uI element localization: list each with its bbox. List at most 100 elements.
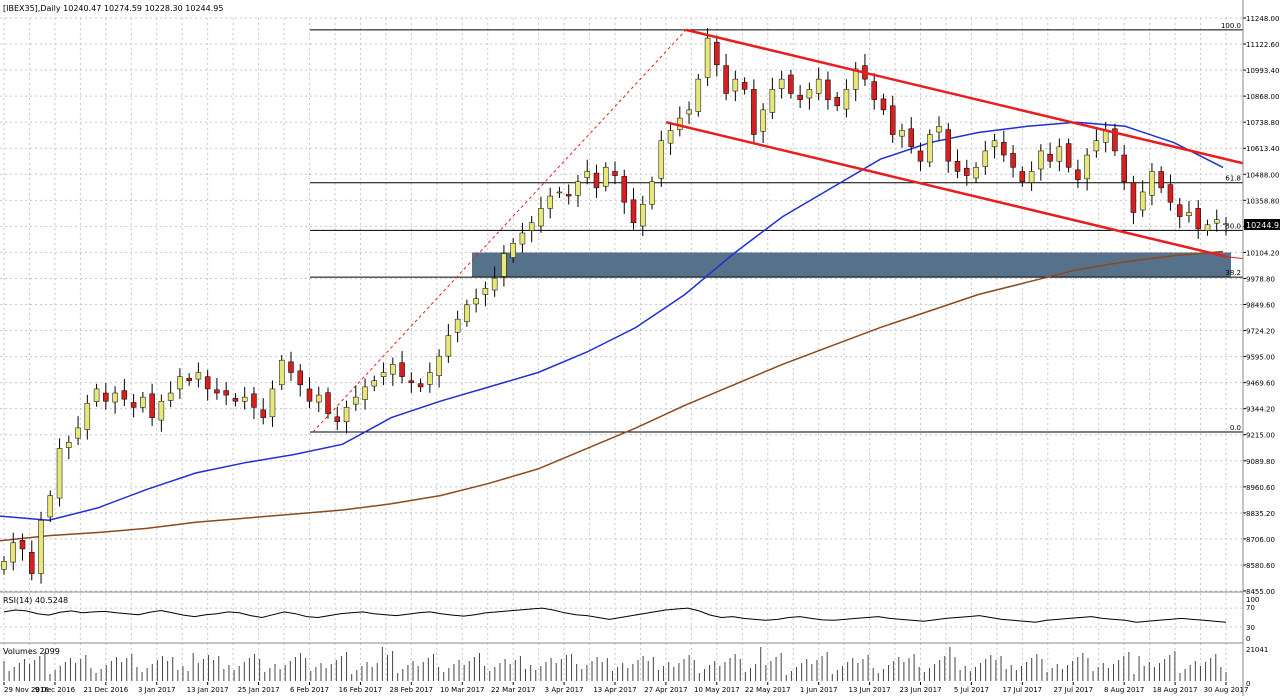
candle-body: [1130, 182, 1137, 213]
fib-level-label: 0.0: [1230, 424, 1241, 432]
candle-body: [797, 94, 803, 100]
date-tick-label: 18 Aug 2017: [1153, 686, 1198, 694]
candle-body: [954, 160, 961, 172]
candle-body: [936, 126, 942, 133]
candle-body: [214, 389, 220, 394]
date-tick-label: 10 Mar 2017: [440, 686, 484, 694]
candle-body: [714, 41, 720, 66]
candle-body: [371, 380, 378, 387]
candle-body: [1056, 146, 1063, 162]
date-tick-label: 13 Jun 2017: [849, 686, 891, 694]
candle-body: [353, 396, 359, 405]
candle-body: [945, 129, 952, 162]
candle-body: [362, 386, 368, 400]
candle-body: [788, 74, 794, 94]
candle-body: [278, 359, 285, 386]
price-tick-label: 9089.80: [1246, 458, 1275, 466]
trading-chart[interactable]: 100.061.850.038.20.0 11248.0011122.60109…: [0, 0, 1280, 696]
candle-body: [1167, 184, 1174, 203]
candle-body: [602, 167, 609, 187]
candle-body: [112, 392, 118, 403]
candle-body: [1158, 171, 1164, 189]
candle-body: [880, 98, 887, 111]
price-tick-label: 11248.00: [1246, 15, 1279, 23]
candle-body: [325, 392, 331, 414]
price-tick-label: 10868.00: [1246, 93, 1279, 101]
candle-body: [519, 232, 526, 245]
price-tick-label: 9344.20: [1246, 406, 1275, 414]
candle-body: [195, 372, 202, 380]
rsi-tick-0: 0: [1246, 635, 1250, 643]
price-tick-label: 8455.00: [1246, 588, 1275, 596]
candle-body: [482, 288, 489, 295]
price-tick-label: 9595.00: [1246, 354, 1275, 362]
date-tick-label: 17 Jul 2017: [1003, 686, 1043, 694]
candle-body: [1065, 143, 1072, 168]
candle-body: [834, 96, 840, 107]
candle-body: [565, 194, 572, 197]
candle-body: [473, 298, 479, 305]
candle-body: [547, 195, 553, 209]
candle-body: [825, 79, 831, 100]
candle-body: [66, 442, 72, 448]
candle-body: [204, 376, 211, 390]
candle-body: [1195, 208, 1201, 230]
candle-body: [556, 191, 563, 194]
candle-body: [501, 253, 507, 277]
date-tick-label: 22 May 2017: [745, 686, 791, 694]
candle-body: [288, 361, 294, 373]
candle-body: [491, 277, 498, 291]
candle-body: [973, 167, 979, 179]
date-tick-label: 13 Apr 2017: [593, 686, 636, 694]
candle-body: [75, 427, 81, 439]
rsi-label: RSI(14) 40.5248: [3, 596, 68, 605]
candle-body: [269, 388, 276, 418]
price-tick-label: 9724.20: [1246, 328, 1275, 336]
candle-body: [1075, 169, 1081, 180]
candle-body: [103, 392, 109, 402]
candle-body: [1047, 153, 1053, 162]
date-tick-label: 28 Feb 2017: [390, 686, 434, 694]
candle-body: [399, 362, 405, 377]
candle-body: [1213, 219, 1220, 224]
candle-body: [260, 409, 266, 418]
candle-body: [186, 378, 192, 381]
candle-body: [121, 390, 128, 400]
candle-body: [93, 388, 100, 402]
candle-body: [584, 171, 590, 178]
date-tick-label: 5 Jul 2017: [954, 686, 989, 694]
price-tick-label: 8706.00: [1246, 536, 1275, 544]
rsi-tick-100: 100: [1246, 596, 1259, 604]
fib-level-label: 100.0: [1221, 22, 1241, 30]
candle-body: [1176, 204, 1183, 217]
date-tick-label: 27 Apr 2017: [644, 686, 687, 694]
candle-body: [47, 495, 54, 518]
candle-body: [436, 355, 442, 377]
price-tick-label: 10488.00: [1246, 171, 1279, 179]
price-tick-label: 10104.20: [1246, 249, 1279, 257]
candle-body: [575, 181, 581, 196]
candle-body: [1, 561, 7, 570]
candle-body: [1102, 130, 1109, 143]
last-price-label: 10244.95: [1246, 221, 1280, 230]
rsi-tick-30: 30: [1246, 624, 1255, 632]
candle-body: [732, 78, 739, 92]
candle-body: [464, 304, 470, 322]
candle-body: [140, 396, 146, 408]
candle-body: [964, 167, 970, 176]
candle-body: [695, 78, 702, 112]
candle-body: [658, 140, 665, 179]
candle-body: [760, 109, 766, 132]
candle-body: [38, 519, 44, 574]
candle-body: [251, 393, 257, 408]
candle-body: [1093, 140, 1100, 152]
candle-body: [871, 81, 877, 100]
candle-body: [704, 37, 711, 78]
candle-body: [306, 388, 313, 402]
price-tick-label: 9849.60: [1246, 302, 1275, 310]
volume-label: Volumes 2099: [3, 647, 60, 656]
date-tick-label: 6 Feb 2017: [290, 686, 329, 694]
fib-level-label: 61.8: [1225, 175, 1241, 183]
candle-body: [538, 208, 544, 227]
candle-body: [667, 130, 674, 144]
